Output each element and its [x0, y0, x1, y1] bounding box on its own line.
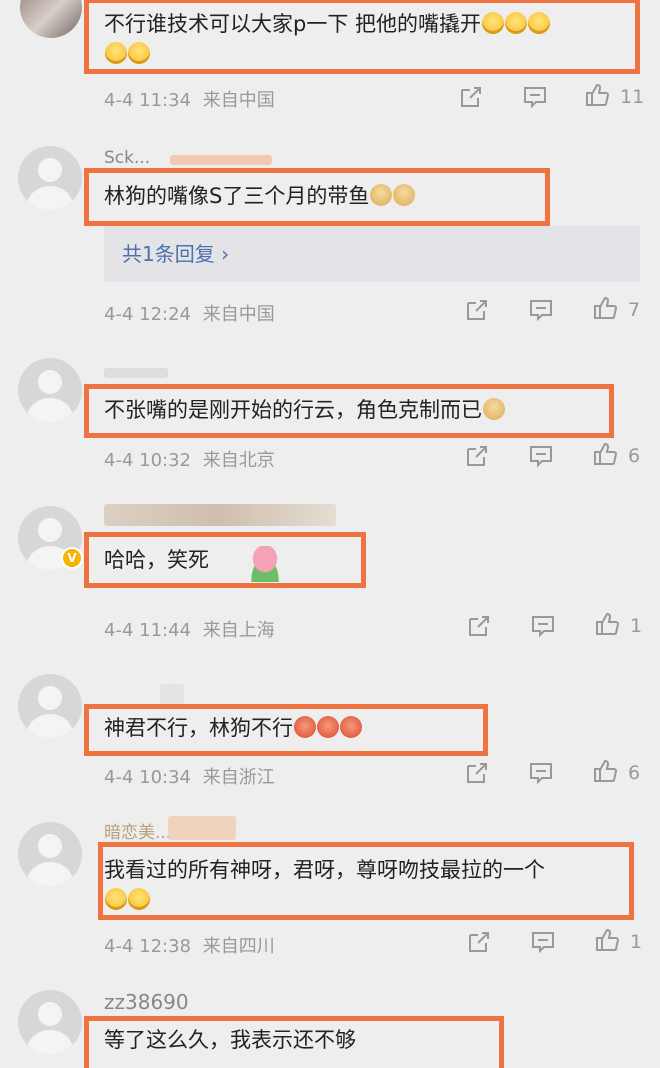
comment-location: 来自中国	[202, 304, 275, 325]
comment-icon[interactable]	[522, 84, 548, 110]
username[interactable]: zz38690	[104, 990, 189, 1014]
username-blur	[104, 504, 336, 526]
comment-date: 4-4 12:24	[104, 304, 191, 325]
comment-text-content: 神君不行，林狗不行	[104, 716, 293, 740]
comment-text-line2	[104, 884, 150, 916]
comment-text: 我看过的所有神呀，君呀，尊呀吻技最拉的一个	[104, 854, 545, 886]
avatar[interactable]	[18, 674, 82, 738]
avatar[interactable]	[18, 990, 82, 1054]
comment-date: 4-4 10:34	[104, 767, 191, 788]
share-icon[interactable]	[464, 443, 490, 469]
comment-icon[interactable]	[530, 613, 556, 639]
laugh-emoji	[505, 12, 528, 34]
laugh-emoji	[128, 42, 150, 64]
comment-text-line2	[104, 38, 150, 70]
laugh-emoji	[528, 12, 551, 34]
username[interactable]: Sck...	[104, 148, 150, 168]
like-count: 7	[628, 299, 641, 321]
like-count: 6	[628, 762, 641, 784]
thumbs-up-icon[interactable]	[594, 927, 620, 953]
laugh-emoji	[128, 888, 150, 910]
thumbs-up-icon[interactable]	[594, 611, 620, 637]
comment-meta: 4-4 10:34 来自浙江	[104, 763, 281, 789]
reply-summary[interactable]: 共1条回复 ›	[104, 226, 640, 282]
doge-emoji	[393, 184, 416, 206]
comment-meta: 4-4 10:32 来自北京	[104, 446, 281, 472]
comment-date: 4-4 11:44	[104, 620, 191, 641]
comment-icon[interactable]	[530, 929, 556, 955]
comment-meta: 4-4 12:38 来自四川	[104, 932, 281, 958]
comment-text: 林狗的嘴像S了三个月的带鱼	[104, 180, 416, 212]
thumbs-up-icon[interactable]	[592, 295, 618, 321]
like-count: 6	[628, 445, 641, 467]
comment-text-content: 等了这么久，我表示还不够	[104, 1028, 356, 1052]
comment-icon[interactable]	[528, 297, 554, 323]
comment-text: 哈哈，笑死	[104, 544, 209, 576]
share-icon[interactable]	[464, 297, 490, 323]
comment-meta: 4-4 12:24 来自中国	[104, 300, 281, 326]
comment-feed: 不行谁技术可以大家p一下 把他的嘴撬开 4-4 11:34 来自中国 11 Sc…	[0, 0, 660, 1068]
laugh-emoji	[105, 42, 127, 64]
comment-location: 来自上海	[202, 620, 275, 641]
angry-emoji	[317, 716, 339, 738]
share-icon[interactable]	[458, 84, 484, 110]
comment-text: 等了这么久，我表示还不够	[104, 1024, 356, 1056]
thumbs-up-icon[interactable]	[584, 82, 610, 108]
comment-date: 4-4 11:34	[104, 90, 191, 111]
thumbs-up-icon[interactable]	[592, 441, 618, 467]
comment-location: 来自四川	[202, 936, 275, 957]
username-blur	[170, 155, 272, 165]
doge-emoji	[370, 184, 393, 206]
comment-date: 4-4 12:38	[104, 936, 191, 957]
comment-text-content: 哈哈，笑死	[104, 548, 209, 572]
comment-location: 来自浙江	[202, 767, 275, 788]
avatar[interactable]	[18, 358, 82, 422]
laugh-emoji	[105, 888, 127, 910]
avatar[interactable]	[18, 146, 82, 210]
reply-link-text: 共1条回复	[122, 242, 215, 266]
username-blur	[160, 684, 184, 706]
comment-text: 不张嘴的是刚开始的行云，角色克制而已	[104, 394, 505, 426]
like-count: 11	[620, 86, 645, 108]
comment-text: 神君不行，林狗不行	[104, 712, 362, 744]
comment-text-content: 林狗的嘴像S了三个月的带鱼	[104, 184, 370, 208]
angry-emoji	[294, 716, 316, 738]
comment-text-content: 我看过的所有神呀，君呀，尊呀吻技最拉的一个	[104, 858, 545, 882]
laugh-emoji	[482, 12, 505, 34]
username-blur	[104, 368, 168, 378]
comment-text-content: 不张嘴的是刚开始的行云，角色克制而已	[104, 398, 482, 422]
username[interactable]: 暗恋美...	[104, 818, 171, 843]
comment-location: 来自中国	[202, 90, 275, 111]
share-icon[interactable]	[466, 613, 492, 639]
avatar[interactable]	[20, 0, 82, 38]
chevron-right-icon: ›	[221, 242, 230, 266]
comment-text-content: 不行谁技术可以大家p一下 把他的嘴撬开	[104, 12, 482, 36]
share-icon[interactable]	[466, 929, 492, 955]
angry-emoji	[340, 716, 362, 738]
comment-meta: 4-4 11:44 来自上海	[104, 616, 281, 642]
comment-meta: 4-4 11:34 来自中国	[104, 86, 281, 112]
comment-icon[interactable]	[528, 760, 554, 786]
lotus-emoji	[244, 546, 286, 582]
share-icon[interactable]	[464, 760, 490, 786]
avatar[interactable]	[18, 822, 82, 886]
like-count: 1	[630, 931, 643, 953]
comment-date: 4-4 10:32	[104, 450, 191, 471]
verified-badge: V	[61, 547, 83, 569]
like-count: 1	[630, 615, 643, 637]
thumbs-up-icon[interactable]	[592, 758, 618, 784]
view-replies-link[interactable]: 共1条回复 ›	[122, 238, 229, 267]
doge-emoji	[483, 398, 505, 420]
comment-icon[interactable]	[528, 443, 554, 469]
comment-text: 不行谁技术可以大家p一下 把他的嘴撬开	[104, 8, 551, 40]
username-blur	[168, 816, 236, 840]
comment-location: 来自北京	[202, 450, 275, 471]
